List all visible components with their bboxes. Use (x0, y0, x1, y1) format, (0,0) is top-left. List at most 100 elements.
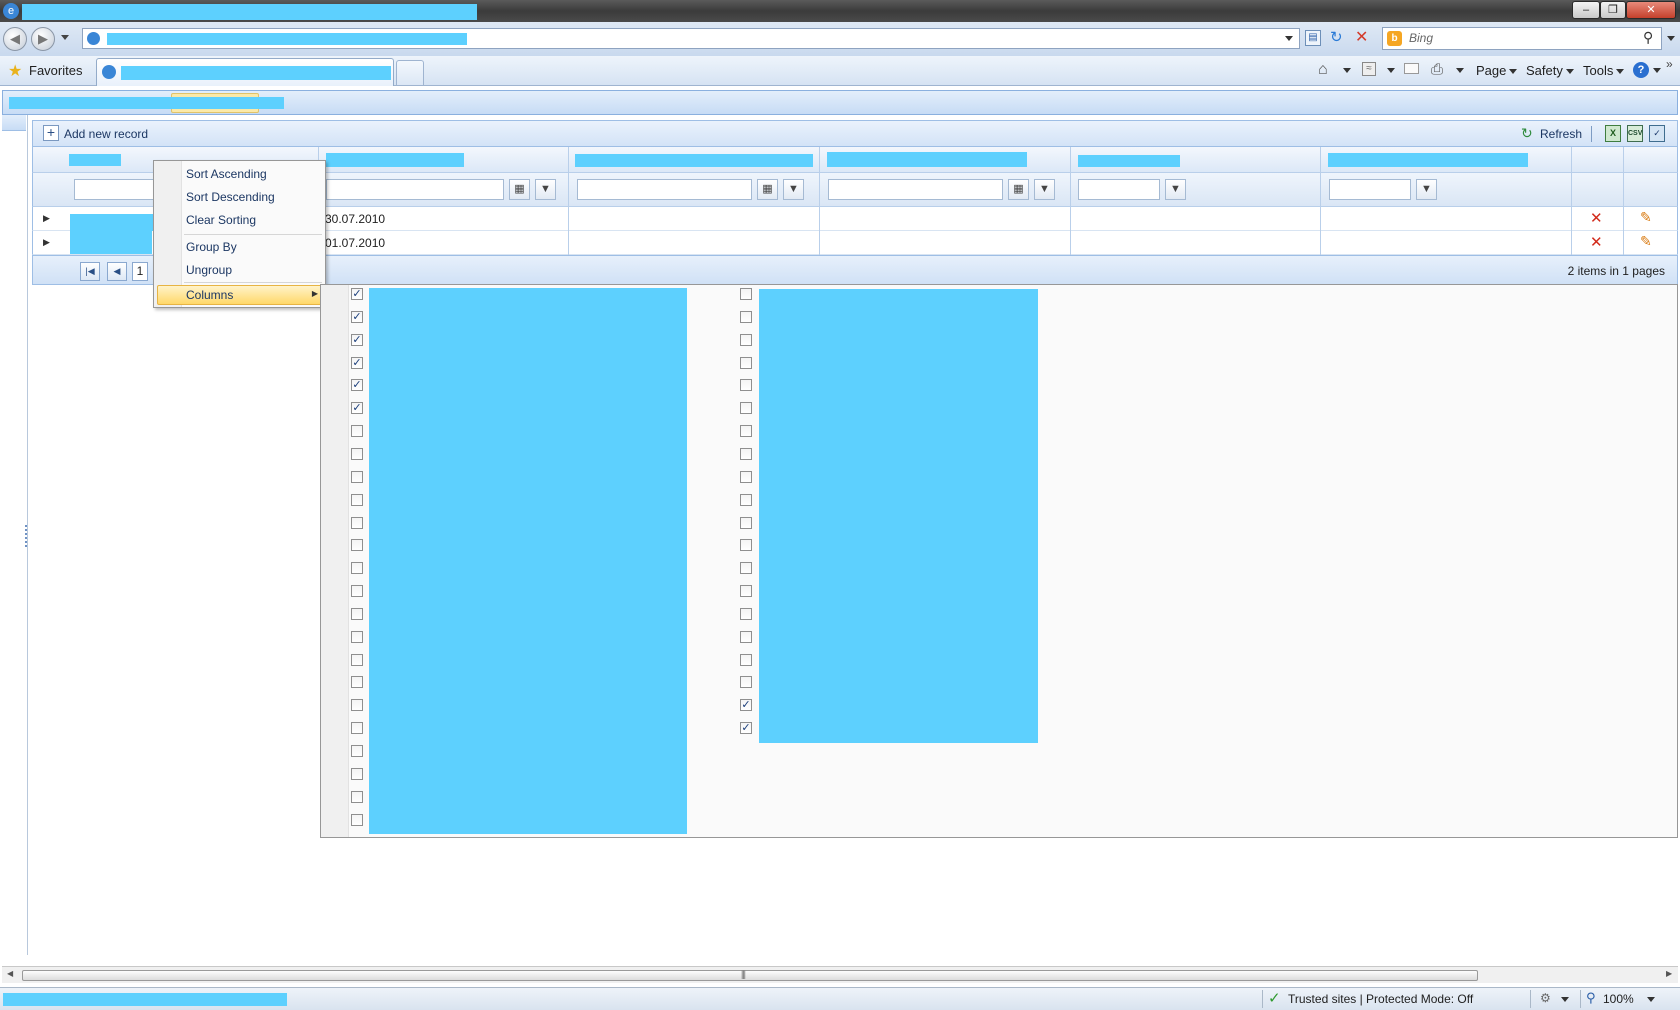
header-col-4[interactable] (827, 152, 1027, 167)
scroll-left-arrow-icon[interactable]: ◀ (7, 969, 13, 978)
filter-funnel-icon[interactable]: ▼ (783, 179, 804, 200)
calendar-icon[interactable]: ▦ (757, 179, 778, 200)
refresh-button[interactable]: Refresh (1540, 127, 1582, 141)
zoom-dropdown-icon[interactable] (1644, 992, 1655, 1006)
header-col-1[interactable] (69, 154, 121, 166)
protected-mode-icon[interactable]: ⚙ (1540, 991, 1551, 1005)
filter-input-col-3[interactable] (577, 179, 752, 200)
export-excel-icon[interactable]: X (1605, 125, 1621, 142)
first-page-button[interactable]: |◀ (80, 262, 100, 281)
back-button[interactable]: ◀ (3, 27, 27, 51)
column-visibility-checkbox[interactable] (740, 516, 752, 529)
delete-row-icon[interactable]: ✕ (1590, 209, 1603, 227)
column-visibility-checkbox[interactable] (351, 653, 363, 666)
menu-item-sort-ascending[interactable]: Sort Ascending (186, 167, 267, 181)
column-visibility-checkbox[interactable] (740, 562, 752, 575)
browser-tab-active[interactable] (96, 58, 394, 86)
column-visibility-checkbox[interactable]: ✓ (351, 310, 363, 323)
filter-input-col-4[interactable] (828, 179, 1003, 200)
feeds-icon[interactable]: ≈ (1362, 62, 1376, 76)
column-visibility-checkbox[interactable] (351, 585, 363, 598)
safety-menu[interactable]: Safety (1526, 63, 1574, 78)
search-input[interactable]: b Bing ⚲ (1382, 27, 1662, 50)
address-dropdown-icon[interactable] (1285, 36, 1293, 41)
print-dropdown-icon[interactable] (1453, 63, 1464, 77)
column-visibility-checkbox[interactable] (740, 333, 752, 346)
column-visibility-checkbox[interactable] (351, 516, 363, 529)
minimize-button[interactable]: – (1572, 1, 1600, 19)
search-options-chevron-icon[interactable] (1667, 36, 1675, 41)
header-col-5[interactable] (1078, 155, 1180, 167)
delete-row-icon[interactable]: ✕ (1590, 233, 1603, 251)
column-visibility-checkbox[interactable] (740, 585, 752, 598)
column-visibility-checkbox[interactable] (740, 630, 752, 643)
column-visibility-checkbox[interactable]: ✓ (740, 699, 752, 712)
menu-item-sort-descending[interactable]: Sort Descending (186, 190, 275, 204)
favorites-star-icon[interactable]: ★ (8, 61, 22, 81)
column-visibility-checkbox[interactable]: ✓ (351, 333, 363, 346)
header-col-3[interactable] (575, 154, 813, 167)
column-visibility-checkbox[interactable] (740, 447, 752, 460)
add-new-record-button[interactable]: Add new record (64, 127, 148, 141)
column-visibility-checkbox[interactable] (351, 539, 363, 552)
column-visibility-checkbox[interactable]: ✓ (351, 402, 363, 415)
home-icon[interactable]: ⌂ (1318, 61, 1328, 79)
maximize-button[interactable]: ❐ (1600, 1, 1626, 19)
column-visibility-checkbox[interactable]: ✓ (351, 288, 363, 300)
filter-funnel-icon[interactable]: ▼ (1034, 179, 1055, 200)
row-expand-icon[interactable]: ▶ (43, 237, 50, 248)
row-expand-icon[interactable]: ▶ (43, 213, 50, 224)
column-visibility-checkbox[interactable] (351, 699, 363, 712)
menu-item-columns[interactable]: Columns ▶ (157, 285, 323, 305)
refresh-icon[interactable]: ↻ (1521, 125, 1533, 142)
close-button[interactable]: ✕ (1626, 1, 1676, 19)
column-visibility-checkbox[interactable] (740, 653, 752, 666)
more-commands-icon[interactable]: » (1666, 57, 1673, 71)
column-visibility-checkbox[interactable] (351, 562, 363, 575)
column-visibility-checkbox[interactable] (351, 493, 363, 506)
column-visibility-checkbox[interactable] (351, 447, 363, 460)
column-visibility-checkbox[interactable] (351, 676, 363, 689)
stop-icon[interactable]: ✕ (1355, 27, 1368, 47)
filter-input-col-6[interactable] (1329, 179, 1411, 200)
scrollbar-thumb[interactable]: ||| (22, 969, 1478, 981)
export-pdf-icon[interactable]: ✓ (1649, 125, 1665, 142)
edit-row-icon[interactable]: ✎ (1640, 209, 1652, 226)
refresh-page-icon[interactable]: ↻ (1330, 28, 1343, 46)
filter-funnel-icon[interactable]: ▼ (1416, 179, 1437, 200)
filter-funnel-icon[interactable]: ▼ (535, 179, 556, 200)
calendar-icon[interactable]: ▦ (1008, 179, 1029, 200)
prev-page-button[interactable]: ◀ (107, 262, 127, 281)
splitter-grip[interactable] (25, 525, 27, 547)
column-visibility-checkbox[interactable] (351, 425, 363, 438)
column-visibility-checkbox[interactable] (351, 722, 363, 735)
column-visibility-checkbox[interactable] (351, 813, 363, 826)
column-visibility-checkbox[interactable]: ✓ (740, 722, 752, 735)
column-visibility-checkbox[interactable] (740, 425, 752, 438)
compatibility-view-icon[interactable]: ▤ (1305, 30, 1321, 46)
new-tab-button[interactable] (396, 60, 424, 85)
scroll-right-arrow-icon[interactable]: ▶ (1666, 969, 1672, 978)
column-visibility-checkbox[interactable] (351, 607, 363, 620)
menu-item-group-by[interactable]: Group By (186, 240, 237, 254)
column-visibility-checkbox[interactable] (740, 288, 752, 300)
column-visibility-checkbox[interactable] (740, 676, 752, 689)
horizontal-scrollbar[interactable]: ◀ ||| ▶ (2, 966, 1678, 983)
security-zone[interactable]: Trusted sites | Protected Mode: Off (1288, 992, 1473, 1006)
column-visibility-checkbox[interactable]: ✓ (351, 356, 363, 369)
column-visibility-checkbox[interactable] (740, 470, 752, 483)
column-visibility-checkbox[interactable] (351, 767, 363, 780)
column-visibility-checkbox[interactable] (740, 379, 752, 392)
filter-input-col-1[interactable] (74, 179, 154, 200)
export-csv-icon[interactable]: CSV (1627, 125, 1643, 142)
add-record-icon[interactable]: + (43, 125, 59, 141)
column-visibility-checkbox[interactable] (740, 607, 752, 620)
protected-mode-dropdown-icon[interactable] (1558, 992, 1569, 1006)
filter-input-col-5[interactable] (1078, 179, 1160, 200)
menu-item-clear-sorting[interactable]: Clear Sorting (186, 213, 256, 227)
tools-menu[interactable]: Tools (1583, 63, 1625, 78)
column-visibility-checkbox[interactable] (351, 470, 363, 483)
page-number-button[interactable]: 1 (132, 262, 148, 281)
column-visibility-checkbox[interactable] (740, 402, 752, 415)
address-input[interactable] (82, 28, 1300, 49)
